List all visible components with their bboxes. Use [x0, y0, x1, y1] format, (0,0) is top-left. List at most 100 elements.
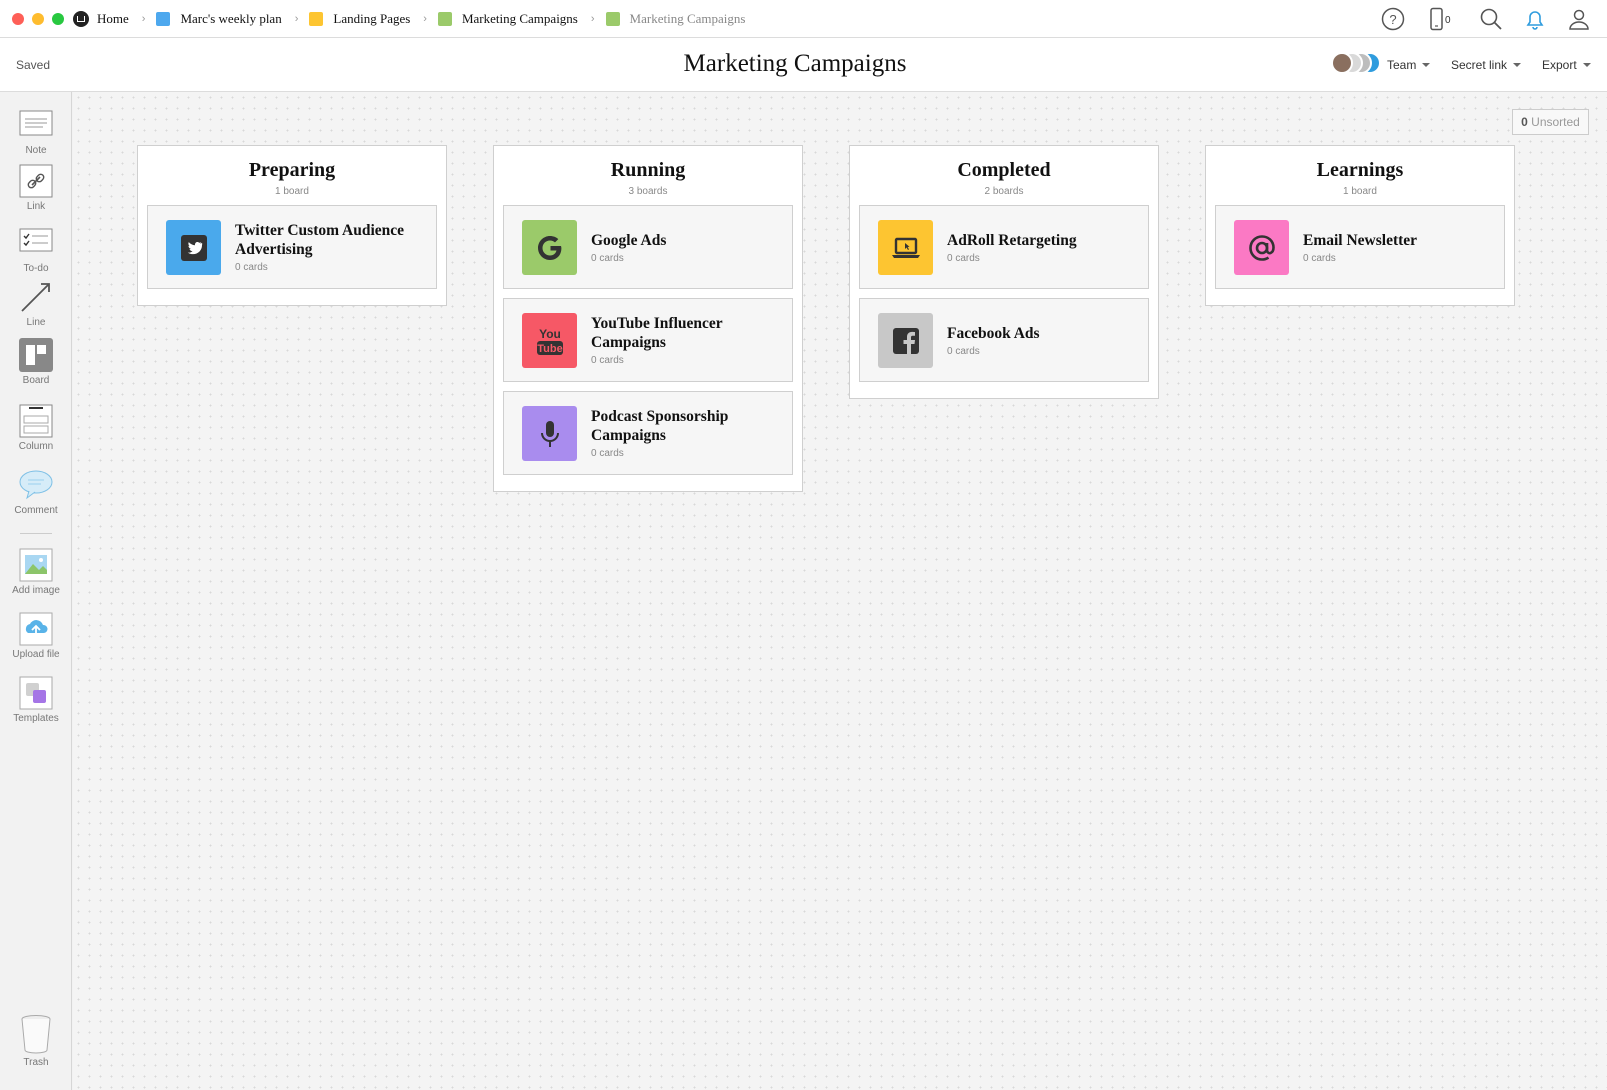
- board-canvas[interactable]: 0 Unsorted Preparing 1 board Twitter Cus…: [73, 92, 1607, 1090]
- minimize-window-button[interactable]: [32, 13, 44, 25]
- column-title[interactable]: Running: [494, 159, 802, 182]
- breadcrumb-marketing-campaigns[interactable]: Marketing Campaigns: [437, 10, 578, 27]
- board-card[interactable]: AdRoll Retargeting 0 cards: [859, 205, 1149, 289]
- unsorted-count: 0: [1521, 115, 1528, 129]
- board-card-count: 0 cards: [591, 252, 624, 264]
- close-window-button[interactable]: [12, 13, 24, 25]
- board-card-count: 0 cards: [591, 355, 624, 366]
- column-preparing[interactable]: Preparing 1 board Twitter Custom Audienc…: [137, 145, 447, 306]
- breadcrumb-weekly-plan[interactable]: Marc's weekly plan: [156, 10, 282, 27]
- breadcrumb-label: Marc's weekly plan: [180, 10, 282, 26]
- column-title[interactable]: Preparing: [138, 159, 446, 182]
- column-learnings[interactable]: Learnings 1 board Email Newsletter 0 car…: [1205, 145, 1515, 306]
- board-card[interactable]: Email Newsletter 0 cards: [1215, 205, 1505, 289]
- board-card[interactable]: Podcast Sponsorship Campaigns 0 cards: [503, 391, 793, 475]
- breadcrumb-current: Marketing Campaigns: [605, 11, 745, 27]
- tool-line[interactable]: Line: [0, 280, 72, 328]
- trash[interactable]: Trash: [0, 1014, 72, 1068]
- board-name: YouTube Influencer Campaigns: [591, 315, 723, 351]
- link-icon: [19, 164, 53, 198]
- tool-templates[interactable]: Templates: [0, 676, 72, 724]
- board-card[interactable]: Facebook Ads 0 cards: [859, 298, 1149, 382]
- tool-add-image[interactable]: Add image: [0, 548, 72, 596]
- board-card-count: 0 cards: [591, 448, 624, 459]
- milanote-logo-icon: [73, 10, 89, 27]
- secret-link-menu[interactable]: Secret link: [1451, 58, 1522, 72]
- board-name: Google Ads: [591, 231, 667, 249]
- tool-note[interactable]: Note: [0, 108, 72, 156]
- trash-can-icon: [19, 1014, 53, 1054]
- chevron-right-icon: ›: [141, 12, 146, 25]
- column-count: 2 boards: [984, 186, 1024, 197]
- tool-upload-file[interactable]: Upload file: [0, 612, 72, 660]
- tool-todo[interactable]: To-do: [0, 226, 72, 274]
- board-name: Twitter Custom Audience Advertising: [235, 222, 405, 258]
- column-icon: [19, 404, 53, 438]
- google-icon: [522, 220, 577, 275]
- team-menu-label: Team: [1387, 58, 1417, 72]
- board-card-count: 0 cards: [947, 345, 980, 357]
- team-menu[interactable]: Team: [1387, 58, 1431, 72]
- breadcrumb-label: Marketing Campaigns: [461, 10, 578, 26]
- board-card-count: 0 cards: [235, 262, 268, 273]
- breadcrumb-label: Landing Pages: [333, 10, 411, 26]
- board-name: AdRoll Retargeting: [947, 231, 1077, 249]
- board-card[interactable]: Google Ads 0 cards: [503, 205, 793, 289]
- column-running[interactable]: Running 3 boards Google Ads 0 cards You T…: [493, 145, 803, 492]
- facebook-icon: [878, 313, 933, 368]
- user-account-icon[interactable]: [1567, 7, 1591, 31]
- tool-link[interactable]: Link: [0, 164, 72, 212]
- chevron-down-icon: [1582, 63, 1591, 67]
- search-icon[interactable]: [1479, 7, 1503, 31]
- board-color-swatch: [605, 11, 620, 26]
- tool-label: Note: [25, 145, 47, 156]
- window-titlebar: Home › Marc's weekly plan › Landing Page…: [0, 0, 1607, 38]
- top-actions: ? 0: [1361, 0, 1607, 37]
- tool-board[interactable]: Board: [0, 338, 72, 386]
- toolbar-divider: [20, 533, 52, 534]
- collaborator-avatars[interactable]: [1331, 52, 1381, 76]
- board-name: Podcast Sponsorship Campaigns: [591, 408, 729, 444]
- breadcrumb-home[interactable]: Home: [73, 10, 129, 27]
- board-card-count: 0 cards: [1303, 252, 1336, 264]
- board-color-swatch: [156, 11, 171, 26]
- board-card[interactable]: You Tube YouTube Influencer Campaigns 0 c…: [503, 298, 793, 382]
- tool-label: Board: [22, 375, 50, 386]
- tool-label: Comment: [14, 505, 58, 516]
- tool-column[interactable]: Column: [0, 404, 72, 452]
- column-count: 1 board: [275, 186, 309, 197]
- svg-text:You: You: [539, 327, 561, 341]
- tool-label: To-do: [23, 263, 49, 274]
- help-icon[interactable]: ?: [1381, 7, 1405, 31]
- column-title[interactable]: Completed: [850, 159, 1158, 182]
- zoom-window-button[interactable]: [52, 13, 64, 25]
- column-count: 3 boards: [628, 186, 668, 197]
- unsorted-button[interactable]: 0 Unsorted: [1512, 109, 1589, 135]
- board-name: Facebook Ads: [947, 324, 1040, 342]
- board-color-swatch: [437, 11, 452, 26]
- export-menu-label: Export: [1542, 58, 1577, 72]
- note-icon: [19, 108, 53, 142]
- microphone-icon: [522, 406, 577, 461]
- chevron-right-icon: ›: [423, 12, 427, 25]
- chevron-down-icon: [1513, 63, 1522, 67]
- youtube-icon: You Tube: [522, 313, 577, 368]
- column-completed[interactable]: Completed 2 boards AdRoll Retargeting 0 …: [849, 145, 1159, 399]
- comment-bubble-icon: [19, 468, 53, 502]
- export-menu[interactable]: Export: [1542, 58, 1591, 72]
- tool-label: Column: [18, 441, 54, 452]
- tool-comment[interactable]: Comment: [0, 468, 72, 516]
- tool-label: Upload file: [12, 649, 60, 660]
- tool-label: Line: [26, 317, 46, 328]
- column-count: 1 board: [1343, 186, 1377, 197]
- board-card[interactable]: Twitter Custom Audience Advertising 0 ca…: [147, 205, 437, 289]
- tool-label: Add image: [12, 585, 60, 596]
- image-icon: [19, 548, 53, 582]
- mobile-app-icon[interactable]: 0: [1425, 7, 1459, 31]
- mobile-count: 0: [1445, 14, 1451, 26]
- breadcrumb-landing-pages[interactable]: Landing Pages: [309, 11, 410, 27]
- column-title[interactable]: Learnings: [1206, 159, 1514, 182]
- board-icon: [19, 338, 53, 372]
- notifications-bell-icon[interactable]: [1523, 7, 1547, 31]
- line-arrow-icon: [19, 280, 53, 314]
